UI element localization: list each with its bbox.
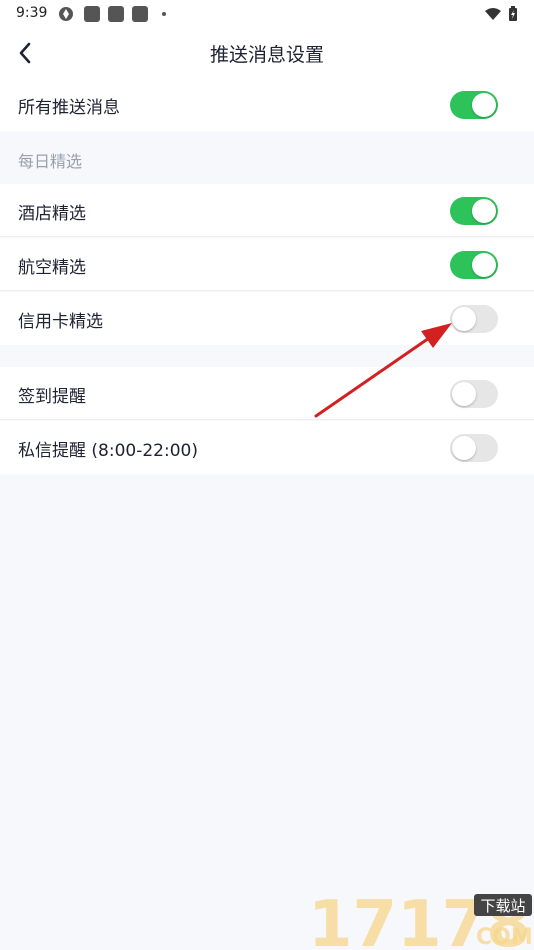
watermark-domain: COM <box>476 925 533 950</box>
watermark-logo-icon: 17178 下载站 COM <box>308 888 533 950</box>
watermark-tag: 下载站 <box>480 897 525 915</box>
annotation-arrow-icon <box>314 323 452 418</box>
